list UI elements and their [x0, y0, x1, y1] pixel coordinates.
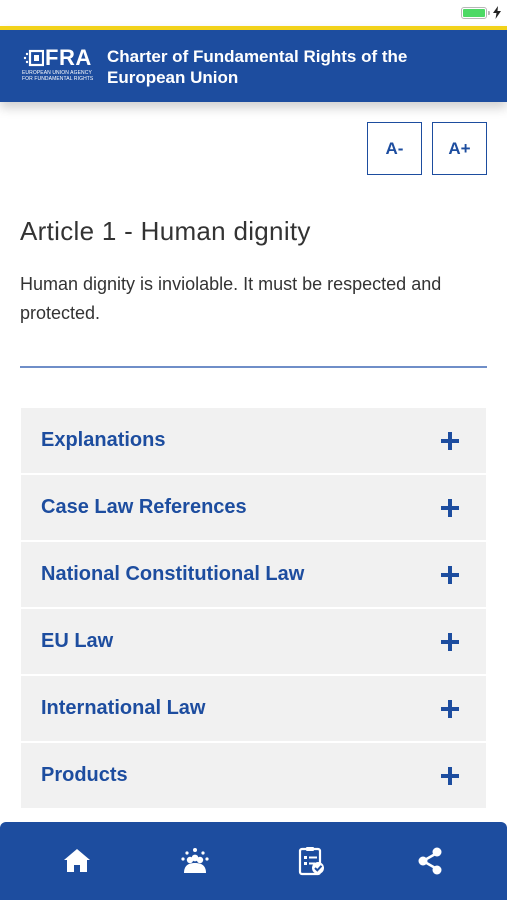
nav-share-button[interactable] [400, 831, 460, 891]
accordion-label: Explanations [41, 429, 166, 451]
battery-icon [461, 7, 490, 19]
page-title: Charter of Fundamental Rights of the Eur… [107, 47, 408, 87]
section-accordion: Explanations Case Law References Nationa… [21, 408, 486, 810]
accordion-label: National Constitutional Law [41, 563, 305, 585]
accordion-label: International Law [41, 697, 206, 719]
decrease-font-button[interactable]: A- [367, 122, 422, 175]
status-bar [0, 0, 507, 26]
plus-icon[interactable] [441, 431, 459, 450]
accordion-label: Products [41, 764, 128, 786]
community-icon [181, 848, 209, 873]
plus-icon[interactable] [441, 632, 459, 651]
app-header: FRA EUROPEAN UNION AGENCY FOR FUNDAMENTA… [0, 26, 507, 102]
logo-text: FRA [45, 45, 92, 70]
plus-icon[interactable] [441, 766, 459, 785]
charging-icon [493, 6, 501, 19]
nav-community-button[interactable] [165, 831, 225, 891]
accordion-label: Case Law References [41, 496, 247, 518]
share-icon [418, 847, 442, 875]
accordion-item-national-constitutional-law[interactable]: National Constitutional Law [21, 542, 486, 609]
fra-logo: FRA EUROPEAN UNION AGENCY FOR FUNDAMENTA… [22, 47, 100, 85]
accordion-item-products[interactable]: Products [21, 743, 486, 810]
accordion-item-eu-law[interactable]: EU Law [21, 609, 486, 676]
home-icon [63, 849, 90, 872]
nav-checklist-button[interactable] [282, 831, 342, 891]
fra-logo-icon [23, 49, 44, 67]
accordion-label: EU Law [41, 630, 114, 652]
accordion-item-international-law[interactable]: International Law [21, 676, 486, 743]
increase-font-button[interactable]: A+ [432, 122, 487, 175]
bottom-navigation [0, 822, 507, 900]
divider [20, 366, 487, 368]
plus-icon[interactable] [441, 565, 459, 584]
accordion-item-explanations[interactable]: Explanations [21, 408, 486, 475]
article-title: Article 1 - Human dignity [20, 216, 311, 246]
checklist-icon [299, 847, 325, 876]
article-body: Human dignity is inviolable. It must be … [20, 274, 442, 323]
nav-home-button[interactable] [47, 831, 107, 891]
accordion-item-case-law-references[interactable]: Case Law References [21, 475, 486, 542]
plus-icon[interactable] [441, 699, 459, 718]
logo-subtitle: EUROPEAN UNION AGENCY FOR FUNDAMENTAL RI… [22, 70, 94, 82]
plus-icon[interactable] [441, 498, 459, 517]
font-size-controls: A- A+ [367, 122, 487, 175]
